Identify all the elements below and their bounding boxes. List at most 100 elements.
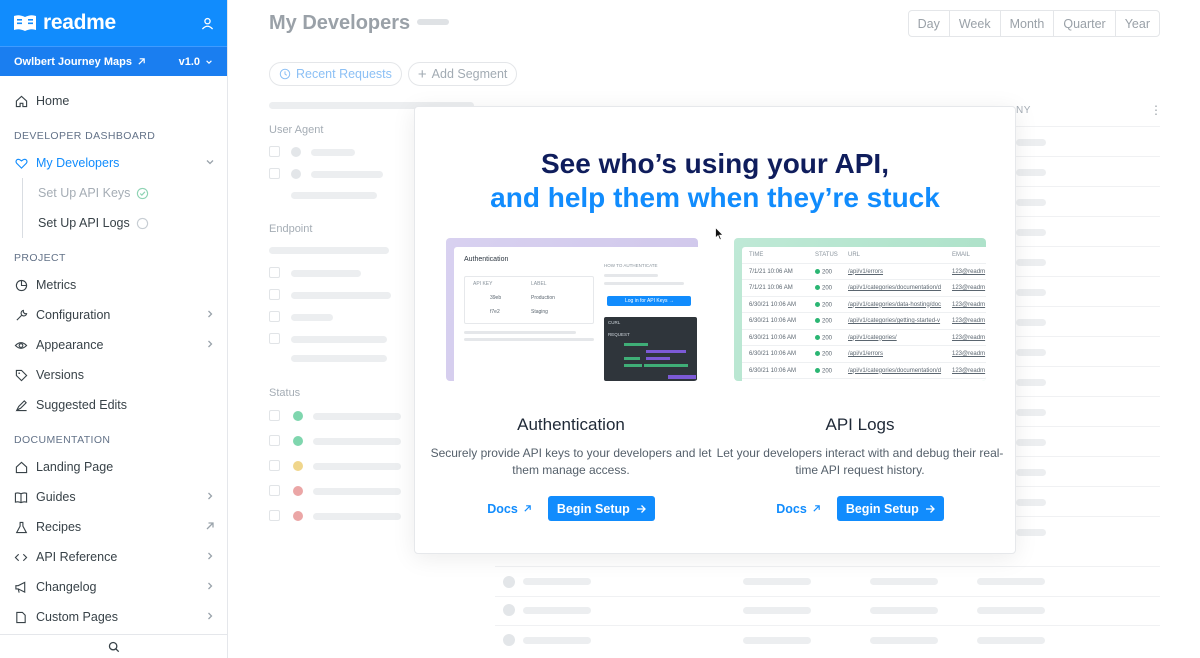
filter-checkbox[interactable] bbox=[269, 435, 280, 446]
mini-log-time: 6/30/21 10:06 AM bbox=[749, 335, 796, 341]
sidebar-item-configuration[interactable]: Configuration bbox=[0, 300, 227, 330]
mini-log-email-text: 123@readm bbox=[952, 318, 986, 324]
mini-skeleton-bar bbox=[604, 282, 684, 285]
sidebar-item-set-up-api-keys[interactable]: Set Up API Keys bbox=[23, 178, 227, 208]
skeleton-bar bbox=[870, 637, 938, 644]
skeleton-bar bbox=[743, 607, 811, 614]
recent-requests-button[interactable]: Recent Requests bbox=[269, 62, 402, 86]
sidebar-item-set-up-api-logs[interactable]: Set Up API Logs bbox=[23, 208, 227, 238]
authentication-begin-setup-button[interactable]: Begin Setup bbox=[547, 496, 655, 521]
filter-checkbox[interactable] bbox=[269, 311, 280, 322]
sidebar-item-guides[interactable]: Guides bbox=[0, 482, 227, 512]
api-logs-begin-setup-button[interactable]: Begin Setup bbox=[836, 496, 944, 521]
mini-log-url-text: /api/v1/errors bbox=[848, 351, 884, 357]
home-icon bbox=[14, 94, 28, 108]
version-selector[interactable]: v1.0 bbox=[179, 56, 213, 68]
status-ok-dot bbox=[815, 268, 820, 274]
filter-checkbox[interactable] bbox=[269, 168, 280, 179]
mini-log-url-text: /api/v1/categories/data-hosting/doc bbox=[848, 301, 942, 308]
sidebar-item-label: Appearance bbox=[36, 338, 104, 352]
authentication-title: Authentication bbox=[517, 415, 625, 434]
skeleton-bar bbox=[1016, 229, 1046, 236]
authentication-docs-link[interactable]: Docs bbox=[487, 502, 532, 516]
mini-log-time-text: 6/30/21 10:06 AM bbox=[749, 318, 797, 324]
skeleton-bar bbox=[313, 488, 401, 495]
sidebar-item-metrics[interactable]: Metrics bbox=[0, 270, 227, 300]
sidebar-item-my-developers[interactable]: My Developers bbox=[0, 148, 227, 178]
sidebar-item-suggested-edits[interactable]: Suggested Edits bbox=[0, 390, 227, 420]
sidebar-item-appearance[interactable]: Appearance bbox=[0, 330, 227, 360]
docs-label: Docs bbox=[776, 501, 807, 516]
skeleton-bar bbox=[291, 355, 387, 362]
sidebar-search-bar[interactable] bbox=[0, 634, 227, 658]
chevron-down-icon bbox=[206, 160, 214, 165]
mini-log-row: 7/1/21 10:06 AM 200/api/v1/categories/doc… bbox=[742, 280, 986, 297]
filter-checkbox[interactable] bbox=[269, 267, 280, 278]
filter-checkbox[interactable] bbox=[269, 289, 280, 300]
api-logs-docs-link[interactable]: Docs bbox=[776, 502, 821, 516]
skeleton-bar bbox=[1016, 289, 1046, 296]
mini-code-line bbox=[668, 375, 696, 379]
project-name: Owlbert Journey Maps bbox=[14, 55, 132, 68]
filter-checkbox[interactable] bbox=[269, 460, 280, 471]
filter-label-endpoint: Endpoint bbox=[269, 223, 313, 235]
pie-chart-icon bbox=[14, 278, 28, 292]
mini-log-status-text: 200 bbox=[822, 335, 833, 341]
add-segment-button[interactable]: + Add Segment bbox=[407, 62, 518, 86]
mini-log-row: 7/1/21 10:06 AM 200/api/v1/errors 123@read… bbox=[742, 264, 986, 280]
status-ok-dot bbox=[815, 301, 820, 307]
skeleton-bar bbox=[313, 463, 401, 470]
mini-log-url: /api/v1/categories/documentation/d bbox=[848, 368, 941, 374]
sidebar-item-label: Custom Pages bbox=[36, 610, 118, 624]
mini-log-row: 6/30/21 10:06 AM 200/api/v1/categories/da… bbox=[742, 297, 986, 313]
tab-quarter[interactable]: Quarter bbox=[1053, 11, 1114, 36]
status-ok-dot bbox=[815, 367, 820, 373]
mini-log-email-text: 123@readm bbox=[952, 285, 986, 291]
brand-header: readme bbox=[0, 0, 227, 46]
sidebar-item-label: Set Up API Keys bbox=[38, 186, 131, 200]
status-dot bbox=[293, 411, 303, 421]
sidebar-item-label: Suggested Edits bbox=[36, 398, 128, 412]
sidebar-item-changelog[interactable]: Changelog bbox=[0, 572, 227, 602]
mini-col-label: LABEL bbox=[531, 281, 547, 287]
table-column-header: NY bbox=[1016, 105, 1031, 116]
sidebar-nav: Home DEVELOPER DASHBOARD My Developers S… bbox=[0, 76, 227, 632]
skeleton-bar bbox=[269, 247, 389, 254]
mini-log-row: 6/30/21 10:06 AM 200/api/v1/categories/do… bbox=[742, 363, 986, 379]
filter-checkbox[interactable] bbox=[269, 146, 280, 157]
readme-logo[interactable]: readme bbox=[13, 11, 116, 35]
skeleton-bar bbox=[311, 171, 383, 178]
modal-headline-line-2: and help them when they’re stuck bbox=[490, 182, 940, 213]
tab-week[interactable]: Week bbox=[948, 11, 1000, 36]
sidebar-item-api-reference[interactable]: API Reference bbox=[0, 542, 227, 572]
sidebar-item-recipes[interactable]: Recipes bbox=[0, 512, 227, 542]
skeleton-bar bbox=[977, 578, 1045, 585]
sidebar-item-versions[interactable]: Versions bbox=[0, 360, 227, 390]
project-switcher[interactable]: Owlbert Journey Maps v1.0 bbox=[0, 46, 227, 76]
begin-setup-label: Begin Setup bbox=[845, 501, 919, 516]
tab-month[interactable]: Month bbox=[999, 11, 1054, 36]
sidebar-item-label: Landing Page bbox=[36, 460, 114, 474]
tab-day[interactable]: Day bbox=[909, 11, 949, 36]
authentication-preview: Authentication API KEY LABEL 39eb Produc… bbox=[446, 238, 698, 381]
mini-log-col-email: EMAIL bbox=[952, 252, 971, 258]
mini-log-email: 123@readm bbox=[952, 269, 985, 275]
mini-log-status-text: 200 bbox=[822, 302, 833, 308]
status-ok-dot bbox=[815, 285, 820, 290]
skeleton-bar bbox=[1016, 409, 1046, 416]
filter-checkbox[interactable] bbox=[269, 510, 280, 521]
user-icon[interactable] bbox=[201, 17, 214, 30]
code-icon bbox=[14, 550, 28, 564]
filter-checkbox[interactable] bbox=[269, 485, 280, 496]
search-icon[interactable] bbox=[108, 641, 120, 653]
mini-log-row: 6/30/21 10:06 AM 200/api/v1/categories/ge… bbox=[742, 313, 986, 330]
filter-checkbox[interactable] bbox=[269, 333, 280, 344]
more-options-icon[interactable]: ⋮ bbox=[1150, 104, 1162, 116]
sidebar-item-custom-pages[interactable]: Custom Pages bbox=[0, 602, 227, 632]
filter-checkbox[interactable] bbox=[269, 410, 280, 421]
tab-year[interactable]: Year bbox=[1114, 11, 1159, 36]
eye-icon bbox=[14, 338, 28, 352]
sidebar-item-home[interactable]: Home bbox=[0, 86, 227, 116]
sidebar-item-landing-page[interactable]: Landing Page bbox=[0, 452, 227, 482]
modal-headline-line-1: See who’s using your API, bbox=[541, 148, 889, 179]
